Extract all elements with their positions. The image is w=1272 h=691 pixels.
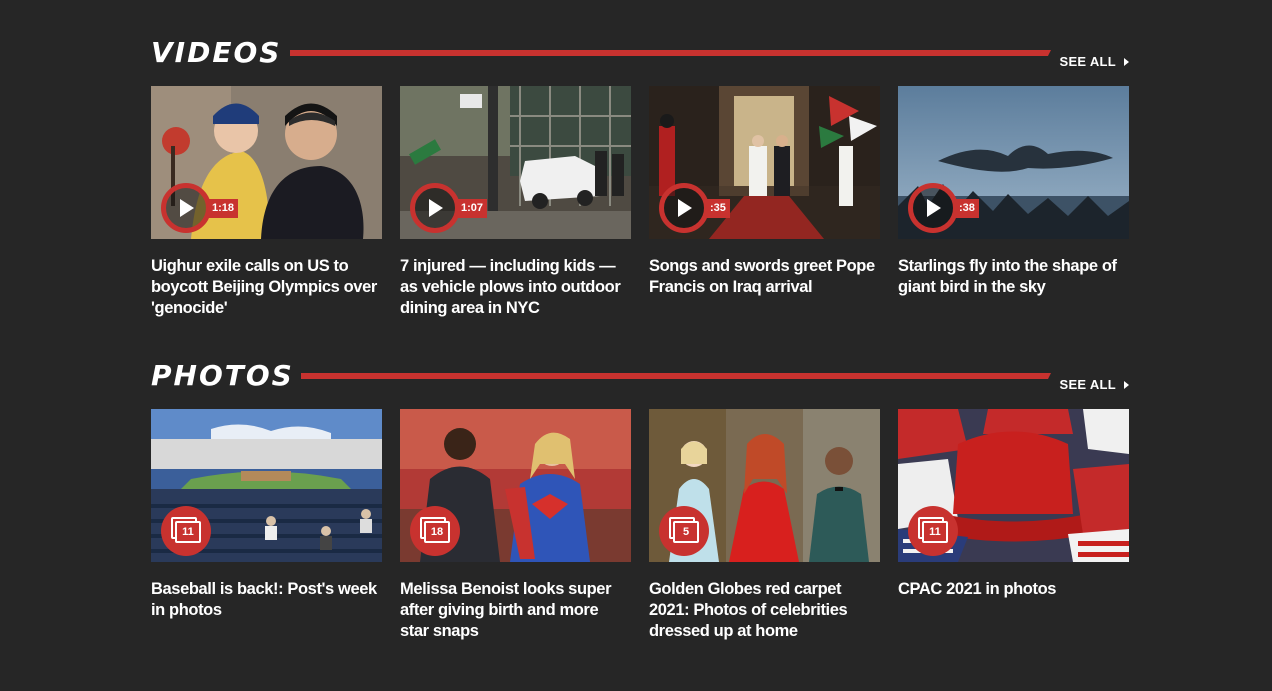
video-card[interactable]: 1:18 Uighur exile calls on US to boycott…: [151, 86, 382, 319]
video-card[interactable]: :38 Starlings fly into the shape of gian…: [898, 86, 1129, 319]
play-button[interactable]: [161, 183, 211, 233]
video-title[interactable]: Uighur exile calls on US to boycott Beij…: [151, 256, 382, 319]
gallery-card[interactable]: 18 Melissa Benoist looks super after giv…: [400, 409, 631, 642]
gallery-badge: 11: [908, 506, 958, 556]
gallery-count: 5: [673, 521, 699, 543]
gallery-thumbnail[interactable]: 5: [649, 409, 880, 562]
photos-divider: [301, 373, 1051, 379]
video-thumbnail[interactable]: 1:07: [400, 86, 631, 239]
photos-header: PHOTOS SEE ALL: [151, 359, 1129, 409]
videos-divider: [290, 50, 1051, 56]
videos-see-all-link[interactable]: SEE ALL: [1059, 54, 1129, 69]
play-button[interactable]: [410, 183, 460, 233]
play-icon: [678, 199, 692, 217]
gallery-card[interactable]: 5 Golden Globes red carpet 2021: Photos …: [649, 409, 880, 642]
gallery-badge: 11: [161, 506, 211, 556]
see-all-label: SEE ALL: [1059, 377, 1116, 392]
gallery-card[interactable]: 11 Baseball is back!: Post's week in pho…: [151, 409, 382, 642]
photos-heading: PHOTOS: [151, 359, 294, 392]
video-thumbnail[interactable]: :38: [898, 86, 1129, 239]
gallery-thumbnail[interactable]: 11: [898, 409, 1129, 562]
gallery-title[interactable]: Golden Globes red carpet 2021: Photos of…: [649, 579, 880, 642]
photos-list: 11 Baseball is back!: Post's week in pho…: [151, 409, 1129, 642]
play-button[interactable]: [659, 183, 709, 233]
gallery-card[interactable]: 11 CPAC 2021 in photos: [898, 409, 1129, 642]
video-thumbnail[interactable]: 1:18: [151, 86, 382, 239]
gallery-badge: 18: [410, 506, 460, 556]
videos-heading: VIDEOS: [151, 36, 282, 69]
gallery-count: 18: [424, 521, 450, 543]
video-duration: :38: [956, 199, 979, 218]
video-title[interactable]: Starlings fly into the shape of giant bi…: [898, 256, 1129, 298]
caret-right-icon: [1124, 380, 1129, 389]
video-duration: 1:07: [458, 199, 488, 218]
caret-right-icon: [1124, 57, 1129, 66]
gallery-title[interactable]: Baseball is back!: Post's week in photos: [151, 579, 382, 621]
gallery-count: 11: [175, 521, 201, 543]
photos-section: PHOTOS SEE ALL 11 Baseball is back!: Pos…: [151, 359, 1129, 642]
videos-list: 1:18 Uighur exile calls on US to boycott…: [151, 86, 1129, 319]
photos-see-all-link[interactable]: SEE ALL: [1059, 377, 1129, 392]
gallery-thumbnail[interactable]: 11: [151, 409, 382, 562]
gallery-count: 11: [922, 521, 948, 543]
play-icon: [429, 199, 443, 217]
gallery-thumbnail[interactable]: 18: [400, 409, 631, 562]
video-card[interactable]: :35 Songs and swords greet Pope Francis …: [649, 86, 880, 319]
video-duration: 1:18: [209, 199, 239, 218]
video-thumbnail[interactable]: :35: [649, 86, 880, 239]
see-all-label: SEE ALL: [1059, 54, 1116, 69]
gallery-badge: 5: [659, 506, 709, 556]
gallery-title[interactable]: CPAC 2021 in photos: [898, 579, 1129, 600]
video-title[interactable]: 7 injured — including kids — as vehicle …: [400, 256, 631, 319]
videos-section: VIDEOS SEE ALL 1:18 Uighur exile calls o…: [151, 36, 1129, 319]
play-icon: [927, 199, 941, 217]
video-duration: :35: [707, 199, 730, 218]
videos-header: VIDEOS SEE ALL: [151, 36, 1129, 86]
gallery-title[interactable]: Melissa Benoist looks super after giving…: [400, 579, 631, 642]
play-button[interactable]: [908, 183, 958, 233]
video-title[interactable]: Songs and swords greet Pope Francis on I…: [649, 256, 880, 298]
play-icon: [180, 199, 194, 217]
video-card[interactable]: 1:07 7 injured — including kids — as veh…: [400, 86, 631, 319]
